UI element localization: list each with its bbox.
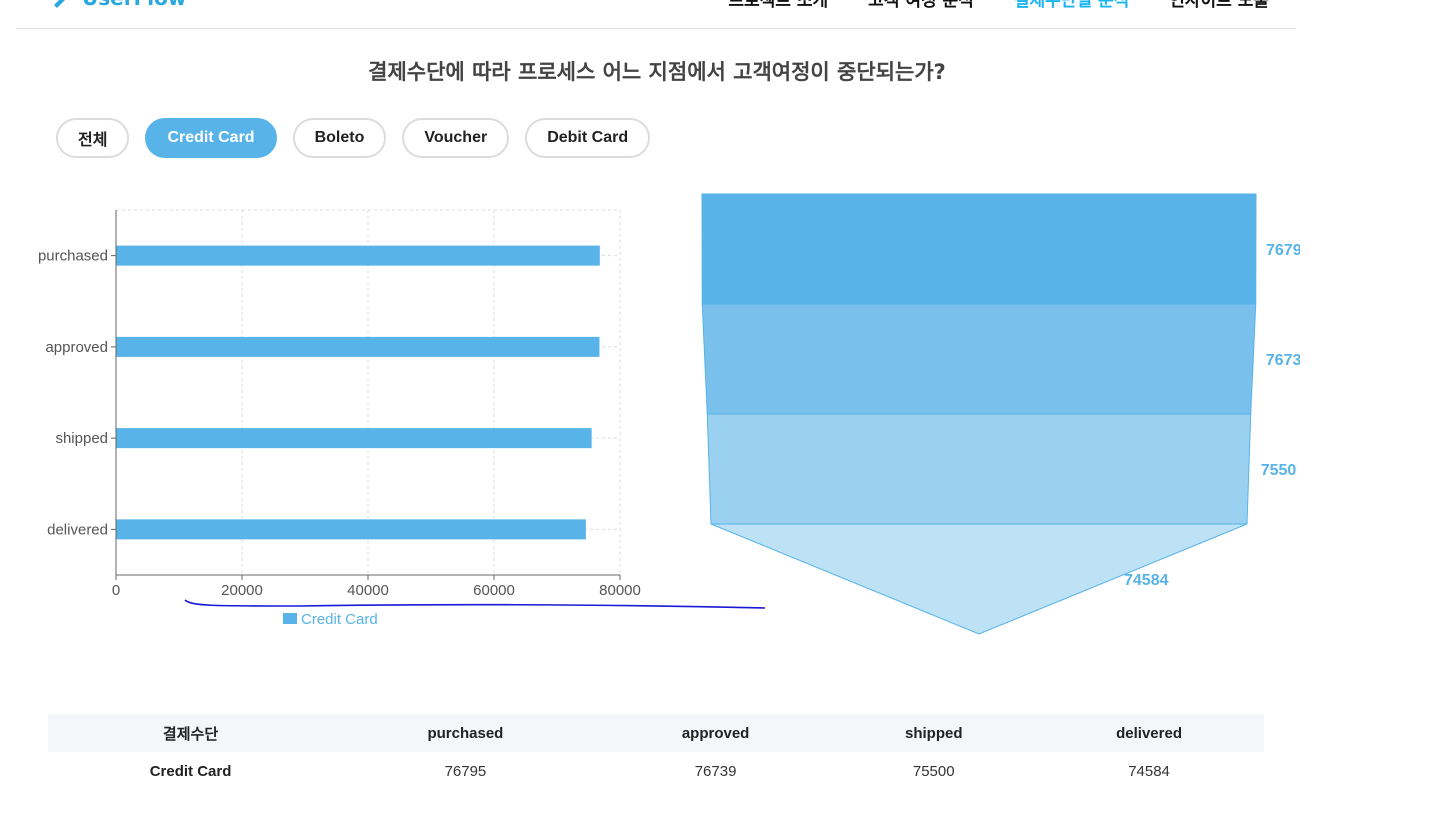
- filter-all[interactable]: 전체: [56, 118, 130, 158]
- funnel-segment: [706, 413, 1252, 525]
- col-header-purchased: purchased: [333, 714, 598, 752]
- nav-item-journey[interactable]: 고객 여정 분석: [868, 0, 974, 11]
- x-tick-label: 80000: [599, 582, 641, 599]
- bar: [116, 428, 592, 449]
- bar: [116, 336, 600, 357]
- brand[interactable]: UserFlow: [50, 0, 186, 10]
- payment-filter-group: 전체 Credit Card Boleto Voucher Debit Card: [56, 118, 651, 158]
- legend-label: Credit Card: [301, 611, 378, 628]
- funnel-segment: [701, 193, 1257, 305]
- y-tick-label: shipped: [55, 430, 108, 447]
- cell-approved: 76739: [694, 762, 737, 780]
- cell-payment: Credit Card: [149, 762, 232, 780]
- col-header-approved: approved: [597, 714, 834, 752]
- page-question: 결제수단에 따라 프로세스 어느 지점에서 고객여정이 중단되는가?: [368, 60, 946, 84]
- main-nav: 프로젝트 소개 고객 여정 분석 결제수단별 분석 인사이트 도출: [728, 0, 1269, 11]
- col-header-payment: 결제수단: [48, 714, 334, 752]
- table-header-row: 결제수단 purchased approved shipped delivere…: [48, 714, 1264, 752]
- x-tick-label: 60000: [473, 582, 515, 599]
- nav-item-payment[interactable]: 결제수단별 분석: [1014, 0, 1129, 11]
- table-row: Credit Card 76795 76739 75500 74584: [48, 752, 1264, 790]
- nav-item-intro[interactable]: 프로젝트 소개: [728, 0, 828, 11]
- nav-item-insight[interactable]: 인사이트 도출: [1169, 0, 1269, 11]
- filter-boleto[interactable]: Boleto: [292, 118, 387, 158]
- col-header-shipped: shipped: [833, 714, 1035, 752]
- cell-purchased: 76795: [444, 762, 487, 780]
- header-divider: [16, 28, 1296, 29]
- x-tick-label: 20000: [221, 582, 263, 599]
- legend-swatch: [283, 613, 297, 624]
- brand-name: UserFlow: [82, 0, 186, 10]
- funnel-label: 7550: [1261, 462, 1297, 479]
- cell-delivered: 74584: [1128, 762, 1170, 780]
- x-tick-label: 0: [112, 582, 120, 599]
- funnel-chart: 7679 7673 7550 74584: [701, 193, 1300, 635]
- filter-debit-card[interactable]: Debit Card: [525, 118, 651, 158]
- filter-voucher[interactable]: Voucher: [402, 118, 510, 158]
- funnel-label: 7673: [1266, 352, 1300, 369]
- top-bar: UserFlow 프로젝트 소개 고객 여정 분석 결제수단별 분석 인사이트 …: [0, 0, 1449, 30]
- bar-chart: purchased approved shipped delivered 0 20000 4…: [38, 209, 641, 628]
- y-tick-label: delivered: [47, 521, 108, 538]
- y-tick-label: purchased: [38, 248, 108, 265]
- funnel-segment: [701, 303, 1257, 415]
- cell-shipped: 75500: [912, 762, 955, 780]
- filter-credit-card[interactable]: Credit Card: [145, 118, 277, 158]
- summary-table: 결제수단 purchased approved shipped delivere…: [48, 714, 1264, 790]
- funnel-label: 7679: [1266, 242, 1300, 259]
- bar: [116, 245, 600, 266]
- col-header-delivered: delivered: [1034, 714, 1264, 752]
- x-tick-label: 40000: [347, 582, 389, 599]
- bar: [116, 519, 586, 540]
- y-tick-label: approved: [45, 339, 108, 356]
- funnel-label: 74584: [1124, 572, 1169, 589]
- pencil-icon: [54, 0, 65, 8]
